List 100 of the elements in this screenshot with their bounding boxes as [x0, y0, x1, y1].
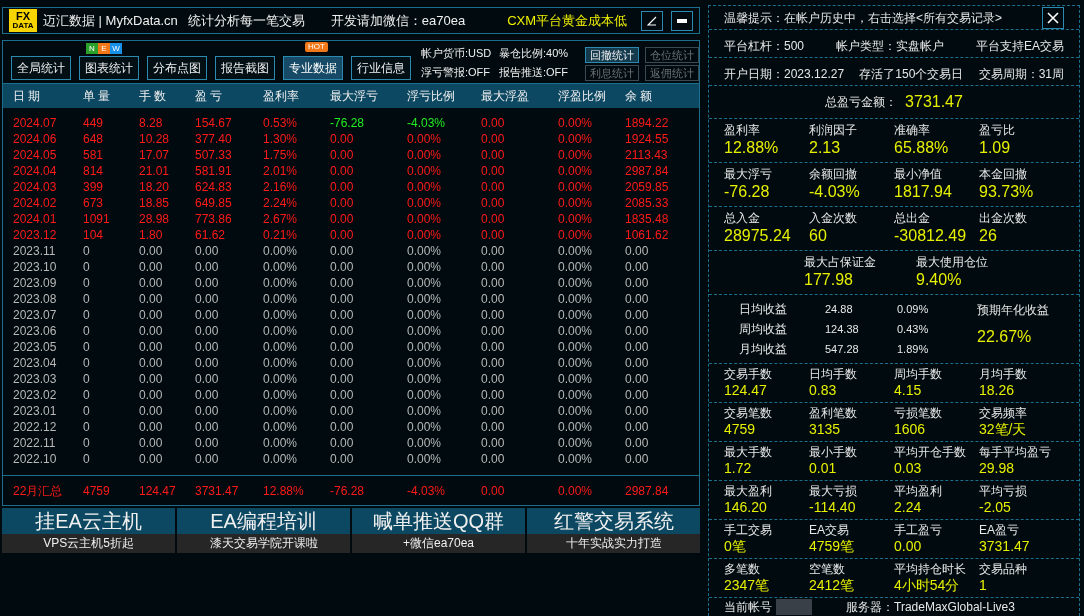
table-cell: 0.00 [330, 227, 354, 243]
stat-label: 盈利笔数 [809, 406, 857, 421]
server-text: 服务器：TradeMaxGlobal-Live3 [846, 599, 1015, 616]
info-text: 存活了150个交易日 [859, 66, 964, 84]
stat-label: 入金次数 [809, 211, 857, 226]
column-header: 单 量 [83, 88, 111, 105]
table-cell: 0.00 [139, 355, 163, 371]
table-cell: 648 [83, 131, 104, 147]
brand-text: 迈汇数据 | MyfxData.cn [43, 11, 178, 30]
stat-label: 最大浮亏 [724, 167, 772, 182]
summary-cell-text: 124.47 [139, 482, 176, 500]
ad-title[interactable]: 喊单推送QQ群 [352, 508, 525, 534]
stat-value: 1606 [894, 421, 926, 438]
stat-label: 最小手数 [809, 445, 857, 460]
stat-value: -30812.49 [894, 226, 967, 246]
hot-badge: HOT [305, 42, 328, 52]
info-text: 平台支持EA交易 [975, 38, 1064, 56]
stat-value: 0.01 [809, 460, 837, 477]
tab[interactable]: 全局统计 [11, 56, 71, 80]
stat-value: 93.73% [979, 182, 1034, 202]
stat-label: 交易品种 [979, 562, 1027, 577]
stat-value: 2.13 [809, 138, 841, 158]
table-cell: 0.00 [139, 339, 163, 355]
table-cell: 0.00 [330, 387, 354, 403]
table-cell: 673 [83, 195, 104, 211]
table-cell: 0.00% [407, 387, 442, 403]
table-cell: 2023.03 [13, 371, 57, 387]
summary-cell-text: 4759 [83, 482, 110, 500]
ad-title[interactable]: EA编程培训 [177, 508, 350, 534]
contact-text: 开发请加微信：ea70ea [330, 11, 466, 30]
tab[interactable]: 图表统计 [79, 56, 139, 80]
ad-subtitle[interactable]: +微信ea70ea [352, 534, 525, 553]
tab[interactable]: 行业信息 [351, 56, 411, 80]
column-header: 盈 亏 [195, 88, 223, 105]
table-cell: 0.00% [558, 403, 593, 419]
table-cell: 0.00% [407, 195, 442, 211]
minimize-button[interactable] [671, 10, 693, 31]
stat-value: 1.09 [979, 138, 1011, 158]
stat-value: 146.20 [724, 499, 767, 516]
table-cell: 0.00% [558, 195, 593, 211]
table-cell: 0.00% [558, 387, 593, 403]
ad-subtitle[interactable]: 漆天交易学院开课啦 [177, 534, 350, 553]
column-header: 最大浮盈 [481, 88, 529, 105]
table-cell: 154.67 [195, 115, 232, 131]
stat-value: 1817.94 [894, 182, 952, 202]
ad-subtitle[interactable]: 十年实战实力打造 [527, 534, 700, 553]
table-cell: 21.01 [139, 163, 170, 179]
ad-subtitle[interactable]: VPS云主机5折起 [2, 534, 175, 553]
ad-title[interactable]: 红警交易系统 [527, 508, 700, 534]
table-cell: 2.67% [263, 211, 298, 227]
table-cell: 0.00% [558, 419, 593, 435]
table-cell: 0.00 [195, 451, 219, 467]
tab[interactable]: 分布点图 [147, 56, 207, 80]
table-cell: 0.00 [139, 387, 163, 403]
close-button[interactable] [1042, 6, 1064, 29]
summary-cell-text: -4.03% [407, 482, 446, 500]
edit-button[interactable] [641, 10, 663, 31]
return-amount: 124.38 [825, 321, 859, 337]
stat-label: 空笔数 [809, 562, 845, 577]
table-cell: 0.00% [263, 243, 298, 259]
table-cell: 0.00 [195, 419, 219, 435]
table-cell: 0 [83, 387, 90, 403]
tab[interactable]: 报告截图 [215, 56, 275, 80]
table-cell: 0.00% [263, 419, 298, 435]
stat-label: 盈亏比 [979, 123, 1015, 138]
table-cell: 0.00% [558, 275, 593, 291]
table-cell: 2023.05 [13, 339, 57, 355]
tab[interactable]: 专业数据 [283, 56, 343, 80]
table-cell: 0.00 [139, 419, 163, 435]
table-cell: 0.00 [330, 131, 354, 147]
table-cell: 0.00 [139, 291, 163, 307]
table-cell: 0.00% [263, 387, 298, 403]
table-cell: 2987.84 [625, 163, 669, 179]
table-cell: 8.28 [139, 115, 163, 131]
table-cell: 0.00% [407, 451, 442, 467]
stat-button[interactable]: 回撤统计 [585, 47, 639, 63]
summary-cell-text: 22月汇总 [13, 482, 63, 500]
table-cell: 2023.12 [13, 227, 57, 243]
ad-title[interactable]: 挂EA云主机 [2, 508, 175, 534]
table-cell: 0.00 [481, 163, 505, 179]
table-cell: 0.00 [481, 323, 505, 339]
table-cell: 18.20 [139, 179, 170, 195]
promo-text: CXM平台黄金成本低 [507, 11, 628, 30]
table-cell: 0.00 [625, 387, 649, 403]
table-cell: 0.00 [195, 403, 219, 419]
table-cell: 0.00% [407, 291, 442, 307]
table-cell: 0.00 [330, 371, 354, 387]
summary-cell-text: 0.00% [558, 482, 593, 500]
stat-label: 最大亏损 [809, 484, 857, 499]
summary-cell-text: 0.00 [481, 482, 505, 500]
stat-value: 60 [809, 226, 827, 246]
table-cell: 0 [83, 451, 90, 467]
table-cell: 2.01% [263, 163, 298, 179]
table-cell: 1.30% [263, 131, 298, 147]
stat-label: 准确率 [894, 123, 930, 138]
return-percent: 1.89% [897, 341, 929, 357]
table-cell: 0.00 [625, 323, 649, 339]
table-cell: 0 [83, 275, 90, 291]
table-cell: 0.00 [195, 291, 219, 307]
table-cell: 2022.11 [13, 435, 56, 451]
